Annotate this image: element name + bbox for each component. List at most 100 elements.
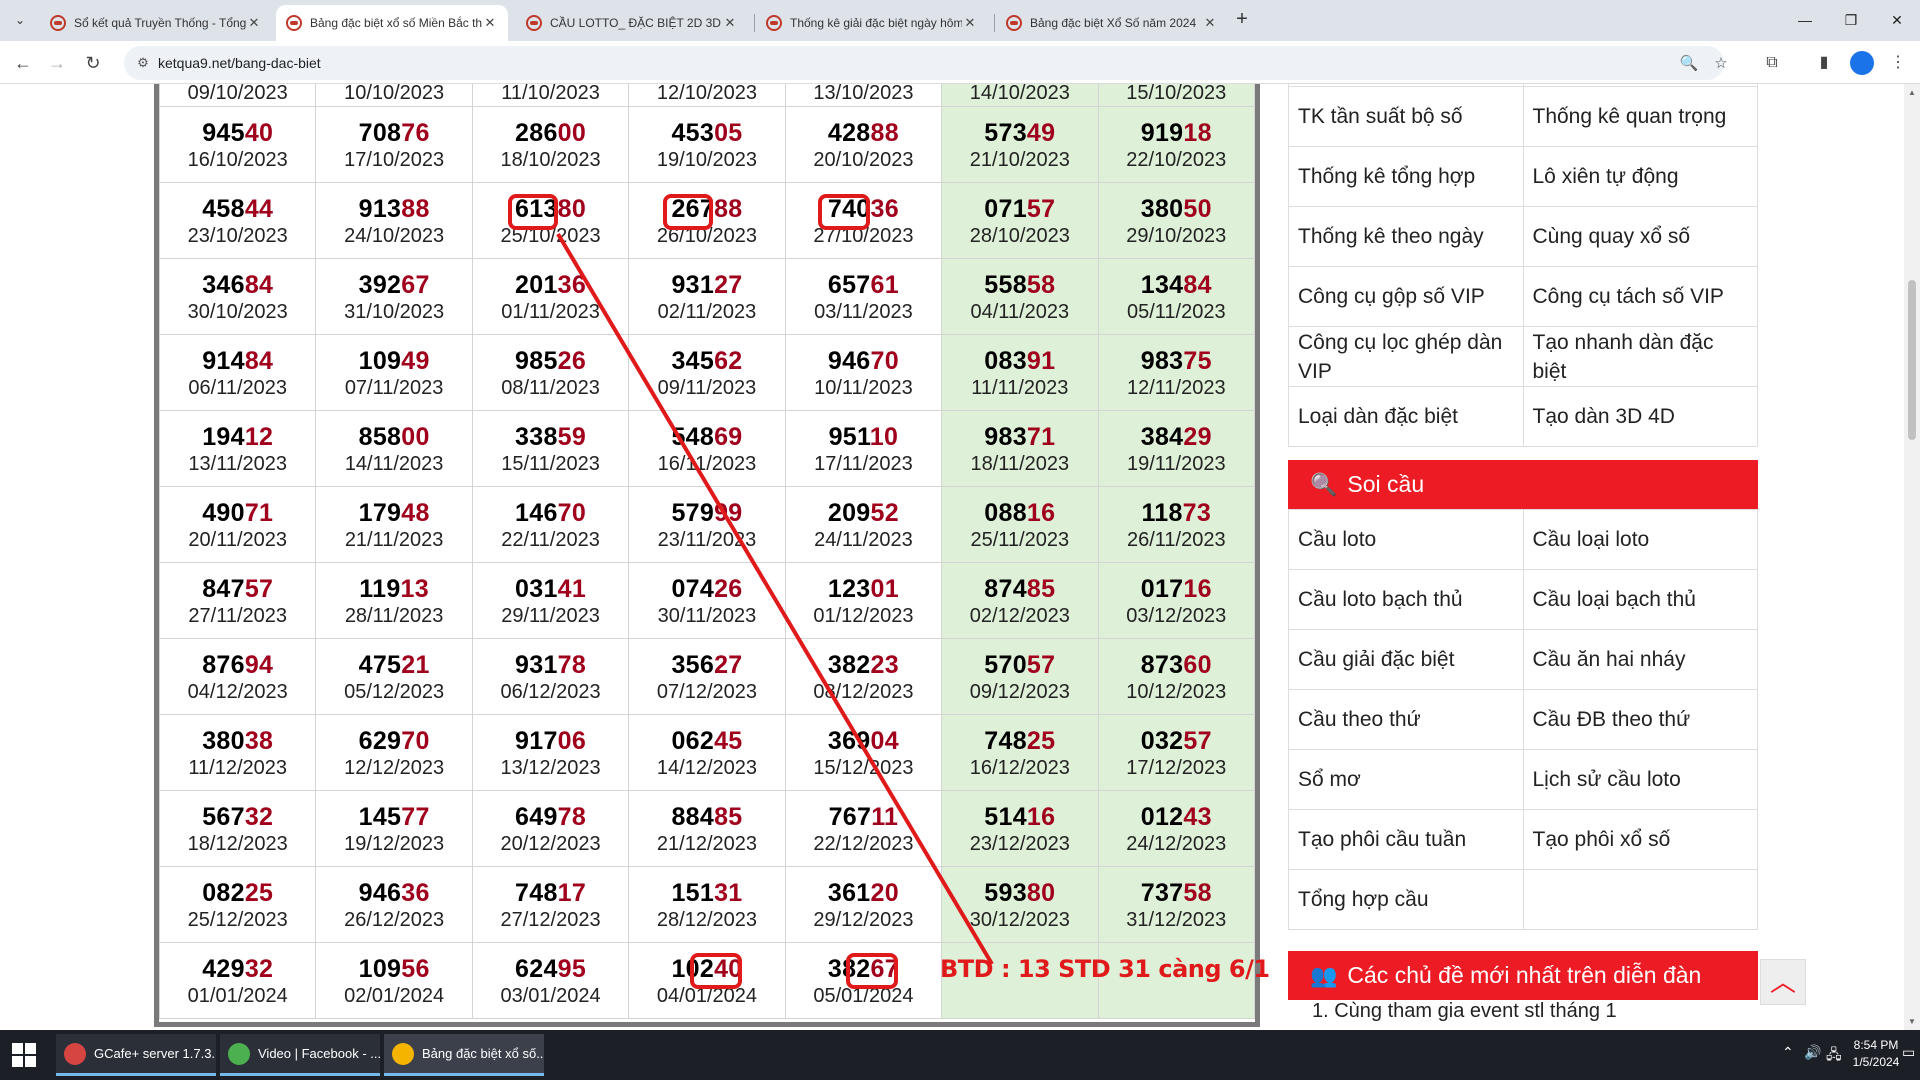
prize-prefix-digits: 570 [984,650,1027,679]
profile-avatar-icon[interactable] [1850,51,1874,75]
prize-last-two-digits: 04 [870,726,899,755]
sidebar-menu-link[interactable]: Loại dàn đặc biệt [1288,386,1524,447]
close-window-button[interactable]: ✕ [1874,6,1920,34]
sidebar-menu-link[interactable]: Thống kê quan trọng [1522,86,1758,147]
tab-search-button[interactable]: ⌄ [8,8,32,32]
browser-menu-icon[interactable]: ⋮ [1886,51,1910,75]
prize-prefix-digits: 946 [358,878,402,907]
special-prize-number: 87485 [942,574,1097,604]
results-row: 49071 20/11/2023 17948 21/11/2023 14670 22/11… [158,486,1256,563]
address-bar[interactable]: ⚙ ketqua9.net/bang-dac-biet 🔍 ☆ [124,46,1728,80]
draw-date: 21/10/2023 [969,148,1070,171]
draw-date: 30/12/2023 [969,908,1070,931]
tray-chevron-icon[interactable]: ⌃ [1782,1044,1794,1061]
tab-4[interactable]: Thống kê giải đặc biệt ngày hôm nay✕ [756,5,988,41]
back-button[interactable]: ← [10,50,36,76]
sidebar-menu-link[interactable]: Cầu theo thứ [1288,689,1524,750]
special-prize-number: 36904 [786,726,941,756]
taskbar-item-1[interactable]: GCafe+ server 1.7.3... [56,1034,216,1076]
back-to-top-button[interactable]: ︿ [1760,959,1806,1005]
result-cell: 94636 26/12/2023 [315,866,473,943]
sidebar-menu-link[interactable]: Công cụ gộp số VIP [1288,266,1524,327]
sidebar-menu-link[interactable]: Lịch sử cầu loto [1522,749,1758,810]
prize-prefix-digits: 179 [358,498,402,527]
windows-start-icon[interactable] [12,1043,36,1067]
prize-last-two-digits: 73 [1182,498,1212,527]
scroll-down-arrow-icon[interactable]: ▼ [1908,1017,1916,1026]
prize-prefix-digits: 748 [984,726,1027,755]
sidebar-menu-link[interactable]: Cùng quay xổ số [1522,206,1758,267]
sidebar-menu-link[interactable]: Cầu ăn hai nháy [1522,629,1758,690]
reload-button[interactable]: ↻ [80,50,106,76]
prize-last-two-digits: 00 [401,422,430,451]
sidebar-menu-link[interactable]: Cầu loto bạch thủ [1288,569,1524,630]
tab-close-icon[interactable]: ✕ [482,15,498,31]
tab-3[interactable]: CẦU LOTTO_ ĐẶC BIỆT 2D 3D 4D ✕ [516,5,748,41]
sidebar-menu-link[interactable]: Tạo phôi xổ số [1522,809,1758,870]
network-icon[interactable]: 🖧 [1826,1044,1842,1068]
sidebar-menu-link[interactable]: Thống kê theo ngày [1288,206,1524,267]
scroll-up-arrow-icon[interactable]: ▲ [1908,88,1916,97]
sidebar-menu-link[interactable]: Tạo phôi cầu tuần [1288,809,1524,870]
special-prize-number: 56732 [160,802,315,832]
volume-icon[interactable]: 🔊 [1804,1044,1821,1061]
taskbar-item-2[interactable]: Video | Facebook - ... [220,1034,380,1076]
sidebar-menu-link[interactable]: Lô xiên tự động [1522,146,1758,207]
sidebar-menu-link[interactable]: Cầu loại loto [1522,509,1758,570]
results-row: 19412 13/11/2023 85800 14/11/2023 33859 15/11… [158,410,1256,487]
tab-close-icon[interactable]: ✕ [246,15,262,31]
page-scrollbar[interactable]: ▲ ▼ [1904,84,1920,1030]
sidebar-menu-link[interactable]: Cầu ĐB theo thứ [1522,689,1758,750]
menu-row: Loại dàn đặc biệt Tạo dàn 3D 4D [1288,386,1758,447]
side-panel-icon[interactable]: ▮ [1812,51,1836,75]
tab-close-icon[interactable]: ✕ [1202,15,1218,31]
scroll-thumb[interactable] [1908,280,1916,440]
extensions-icon[interactable]: ⧉ [1760,51,1784,75]
special-prize-number: 08816 [942,498,1097,528]
forward-button[interactable]: → [44,50,70,76]
sidebar-menu-link[interactable]: Sổ mơ [1288,749,1524,810]
taskbar-item-3[interactable]: Bảng đặc biệt xổ số... [384,1034,544,1076]
prize-prefix-digits: 032 [1140,726,1184,755]
sidebar-menu-link[interactable]: Công cụ tách số VIP [1522,266,1758,327]
tab-close-icon[interactable]: ✕ [722,15,738,31]
sidebar-menu-link[interactable]: Cầu loto [1288,509,1524,570]
prize-last-two-digits: 44 [244,194,274,223]
special-prize-number: 65761 [786,270,941,300]
prize-prefix-digits: 945 [202,118,245,147]
sidebar-menu-link[interactable]: Công cụ lọc ghép dàn VIP [1288,326,1524,387]
result-cell: 87694 04/12/2023 [158,638,317,715]
sidebar-menu-link[interactable]: Tạo nhanh dàn đặc biệt [1522,326,1758,387]
forum-topic-link[interactable]: 1. Cùng tham gia event stl tháng 1 [1312,1000,1617,1023]
draw-date: 11/12/2023 [188,756,288,779]
tab-5[interactable]: Bảng đặc biệt Xổ Số năm 2024 ✕ [996,5,1228,41]
sidebar-menu-link[interactable]: Cầu loại bạch thủ [1522,569,1758,630]
zoom-icon[interactable]: 🔍 [1678,53,1700,75]
special-prize-number: 38223 [786,650,941,680]
results-row: 56732 18/12/2023 14577 19/12/2023 64978 20/12… [158,790,1256,867]
draw-date: 03/01/2024 [500,984,601,1007]
system-clock[interactable]: 8:54 PM 1/5/2024 [1846,1037,1906,1071]
tab-1[interactable]: Sổ kết quả Truyền Thống - Tổng hợp✕ [40,5,272,41]
tab-2[interactable]: Bảng đặc biệt xổ số Miền Bắc theo tuần✕ [276,5,508,41]
bookmark-star-icon[interactable]: ☆ [1710,53,1732,75]
result-cell: 08225 25/12/2023 [158,866,317,943]
site-info-icon[interactable]: ⚙ [134,54,152,72]
restore-button[interactable]: ❐ [1828,6,1874,34]
sidebar-menu-link[interactable]: Thống kê tổng hợp [1288,146,1524,207]
sidebar-menu-link[interactable]: Cầu giải đặc biệt [1288,629,1524,690]
special-prize-number: 36120 [786,878,941,908]
prize-prefix-digits: 874 [984,574,1027,603]
taskbar-item-label: Video | Facebook - ... [258,1046,380,1061]
new-tab-button[interactable]: + [1230,8,1254,32]
minimize-button[interactable]: — [1782,6,1828,34]
tab-close-icon[interactable]: ✕ [962,15,978,31]
draw-date: 21/12/2023 [656,832,758,855]
prize-prefix-digits: 913 [358,194,402,223]
sidebar-menu-link[interactable]: Tạo dàn 3D 4D [1522,386,1758,447]
sidebar-menu-link[interactable]: TK tần suất bộ số [1288,86,1524,147]
notification-icon[interactable]: ▭ [1902,1044,1915,1061]
url-text[interactable]: ketqua9.net/bang-dac-biet [158,55,321,71]
prize-last-two-digits: 71 [1026,422,1056,451]
sidebar-menu-link[interactable]: Tổng hợp cầu [1288,869,1524,930]
